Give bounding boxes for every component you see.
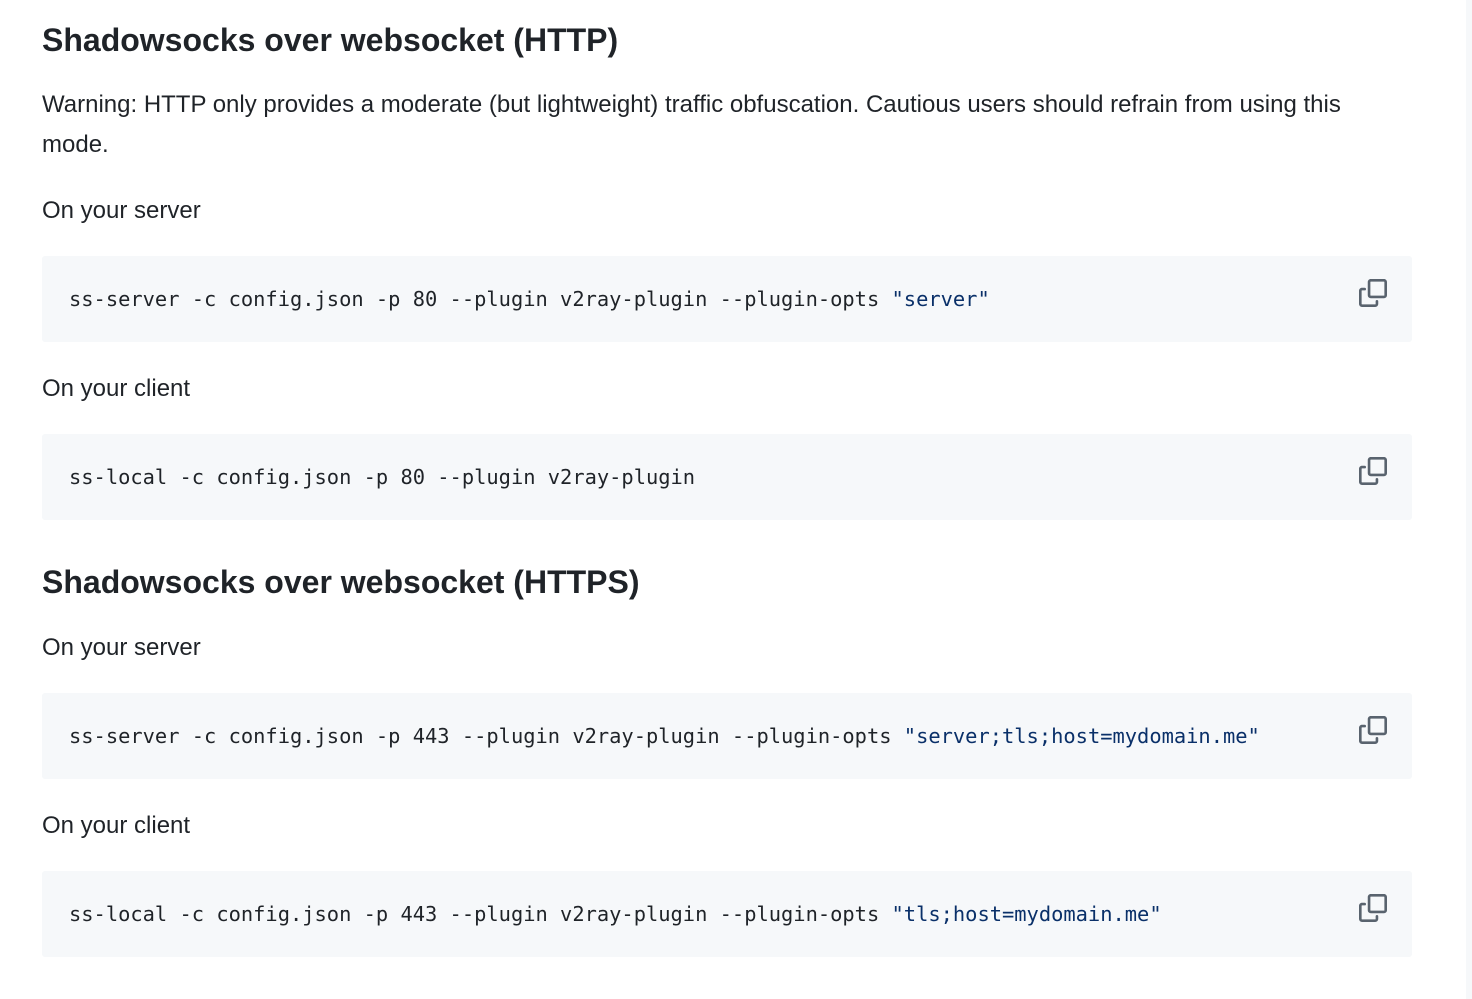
copy-icon <box>1359 457 1387 485</box>
code-string: "tls;host=mydomain.me" <box>891 902 1162 926</box>
code-command: ss-local -c config.json -p 443 --plugin … <box>69 902 892 926</box>
copy-icon <box>1359 279 1387 307</box>
server-label-https: On your server <box>42 634 201 661</box>
code-block-server-https: ss-server -c config.json -p 443 --plugin… <box>42 693 1412 779</box>
client-label-https: On your client <box>42 812 191 839</box>
code-block-client-https: ss-local -c config.json -p 443 --plugin … <box>42 871 1412 957</box>
code-command: ss-server -c config.json -p 443 --plugin… <box>69 724 904 748</box>
copy-button[interactable] <box>1358 893 1388 923</box>
code-line: ss-local -c config.json -p 443 --plugin … <box>69 899 1162 929</box>
client-label-http: On your client <box>42 375 191 402</box>
code-string: "server;tls;host=mydomain.me" <box>903 724 1260 748</box>
code-line: ss-server -c config.json -p 80 --plugin … <box>69 284 990 314</box>
code-block-client-http: ss-local -c config.json -p 80 --plugin v… <box>42 434 1412 520</box>
code-line: ss-server -c config.json -p 443 --plugin… <box>69 721 1260 751</box>
copy-button[interactable] <box>1358 715 1388 745</box>
warning-paragraph: Warning: HTTP only provides a moderate (… <box>42 91 1341 158</box>
server-label-http: On your server <box>42 197 201 224</box>
code-command: ss-server -c config.json -p 80 --plugin … <box>69 287 892 311</box>
copy-button[interactable] <box>1358 278 1388 308</box>
copy-icon <box>1359 894 1387 922</box>
code-string: "server" <box>891 287 990 311</box>
code-block-server-http: ss-server -c config.json -p 80 --plugin … <box>42 256 1412 342</box>
section-heading-https: Shadowsocks over websocket (HTTPS) <box>42 564 640 600</box>
copy-button[interactable] <box>1358 456 1388 486</box>
scrollbar[interactable] <box>1466 0 1472 999</box>
code-line: ss-local -c config.json -p 80 --plugin v… <box>69 462 695 492</box>
code-command: ss-local -c config.json -p 80 --plugin v… <box>69 465 696 489</box>
section-heading-http: Shadowsocks over websocket (HTTP) <box>42 22 619 58</box>
copy-icon <box>1359 716 1387 744</box>
